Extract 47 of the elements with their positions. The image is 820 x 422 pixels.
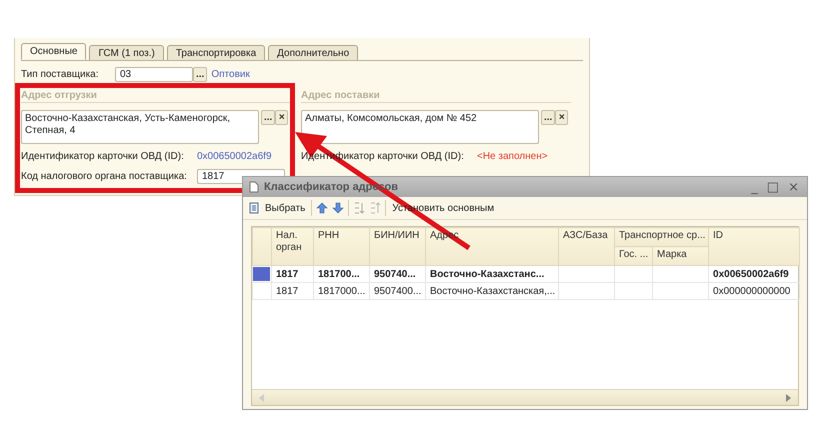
table-cell bbox=[558, 266, 614, 282]
document-icon bbox=[249, 181, 259, 193]
group-title: Адрес отгрузки bbox=[21, 90, 291, 103]
table-cell: Восточно-Казахстанс... bbox=[426, 266, 558, 282]
address-field[interactable]: Восточно-Казахстанская, Усть-Каменогорск, Степная, 4 bbox=[21, 110, 259, 144]
table-cell bbox=[558, 282, 614, 300]
table-cell bbox=[614, 282, 652, 300]
window-control[interactable]: × bbox=[786, 180, 801, 194]
choose-button[interactable]: ... bbox=[193, 67, 208, 82]
table-cell bbox=[652, 282, 709, 300]
input-field[interactable]: 03 bbox=[115, 67, 193, 82]
sort-descending-icon[interactable] bbox=[369, 201, 382, 215]
scroll-left-icon[interactable] bbox=[258, 394, 266, 402]
table-cell: 181700... bbox=[314, 266, 370, 282]
row-indicator[interactable] bbox=[252, 266, 272, 282]
field-label: Идентификатор карточки ОВД (ID): bbox=[21, 151, 185, 162]
clear-button[interactable]: × bbox=[275, 110, 288, 125]
tab[interactable]: ГСМ (1 поз.) bbox=[89, 45, 164, 60]
choose-button[interactable]: ... bbox=[261, 110, 276, 125]
table-cell bbox=[652, 266, 709, 282]
tab[interactable]: Транспортировка bbox=[166, 45, 266, 60]
table-cell: 1817000... bbox=[314, 282, 370, 300]
id-link[interactable]: 0x00650002a6f9 bbox=[197, 151, 272, 162]
arrow-up-icon[interactable] bbox=[316, 202, 328, 214]
supplier-type-link[interactable]: Оптовик bbox=[211, 69, 250, 80]
scroll-right-icon[interactable] bbox=[784, 394, 792, 402]
clear-button[interactable]: × bbox=[555, 110, 568, 125]
table-cell: 1817 bbox=[272, 266, 314, 282]
field-label: Код налогового органа поставщика: bbox=[21, 171, 188, 182]
table-cell bbox=[614, 266, 652, 282]
tab[interactable]: Дополнительно bbox=[268, 45, 358, 60]
field-label: Тип поставщика: bbox=[21, 69, 100, 80]
select-button[interactable]: Выбрать bbox=[247, 201, 308, 215]
id-value: <Не заполнен> bbox=[477, 151, 548, 162]
address-field[interactable]: Алматы, Комсомольская, дом № 452 bbox=[301, 110, 539, 144]
group-title: Адрес поставки bbox=[301, 90, 571, 103]
table-cell: 0x00650002a6f9 bbox=[708, 266, 800, 282]
arrow-down-icon[interactable] bbox=[332, 202, 344, 214]
horizontal-scrollbar[interactable] bbox=[252, 389, 798, 405]
table-cell: 9507400... bbox=[370, 282, 426, 300]
table-cell: Восточно-Казахстанская,... bbox=[426, 282, 558, 300]
sort-ascending-icon[interactable] bbox=[353, 201, 366, 215]
table-cell: 0x000000000000 bbox=[708, 282, 800, 300]
tab[interactable]: Основные bbox=[21, 43, 86, 60]
table-cell: 1817 bbox=[272, 282, 314, 300]
choose-button[interactable]: ... bbox=[541, 110, 556, 125]
table-cell: 950740... bbox=[370, 266, 426, 282]
